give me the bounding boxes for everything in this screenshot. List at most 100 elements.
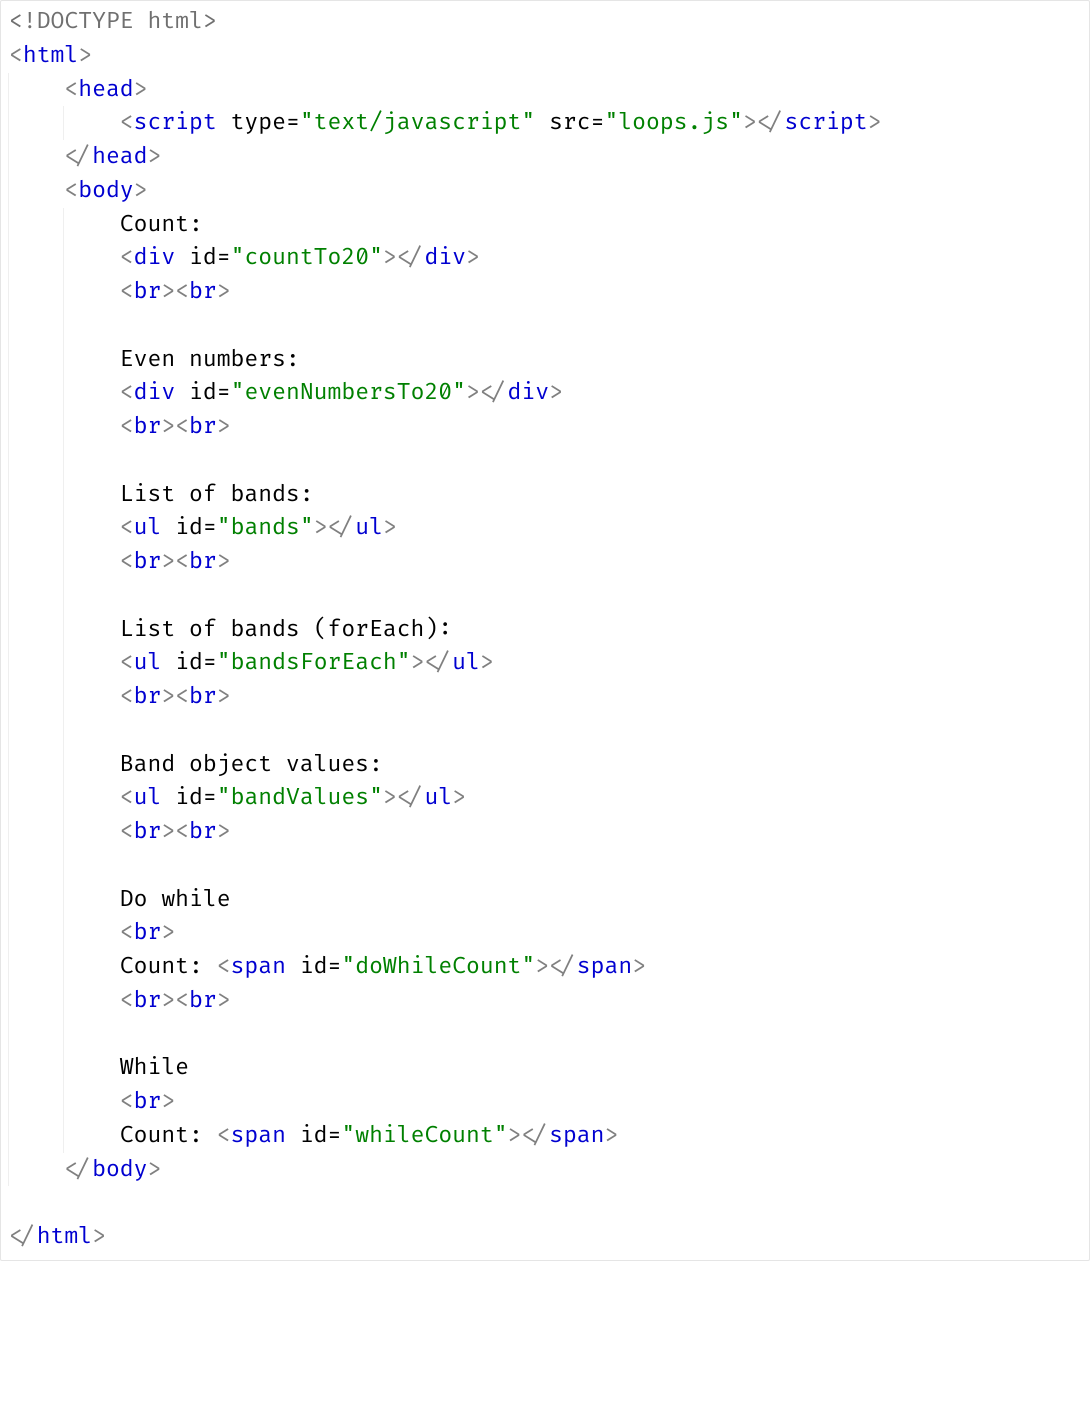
token-attr: id [175, 648, 203, 676]
token-attr: type [231, 108, 286, 136]
token-angle: > [134, 176, 148, 204]
indent-guide [8, 781, 64, 815]
indent-guide [8, 208, 64, 242]
token-str: "bandValues" [217, 783, 383, 811]
indent-guide [8, 815, 64, 849]
indent-guide [63, 309, 119, 343]
token-attr: src [549, 108, 591, 136]
token-tag: div [134, 378, 176, 406]
token-tag: head [78, 75, 133, 103]
code-line: List of bands: [9, 478, 1081, 512]
indent-guide [63, 849, 119, 883]
indent-guide [63, 984, 119, 1018]
code-line: <script type="text/javascript" src="loop… [9, 106, 1081, 140]
indent-guide [8, 984, 64, 1018]
code-line [9, 849, 1081, 883]
token-text: Even numbers: [120, 345, 300, 373]
token-angle: < [120, 986, 134, 1014]
token-text [175, 243, 189, 271]
token-angle: > [868, 108, 882, 136]
token-angle: < [64, 75, 78, 103]
token-angle: < [120, 378, 134, 406]
indent-guide [63, 883, 119, 917]
indent-guide [63, 781, 119, 815]
token-eq: = [328, 1121, 342, 1149]
code-line [9, 579, 1081, 613]
token-angle: < [120, 277, 134, 305]
indent-guide [8, 1085, 64, 1119]
token-tag: div [508, 378, 550, 406]
token-angle: >< [161, 547, 189, 575]
code-line: <br><br> [9, 410, 1081, 444]
token-tag: div [134, 243, 176, 271]
token-attr: id [189, 243, 217, 271]
token-tag: span [231, 952, 286, 980]
token-angle: < [120, 513, 134, 541]
indent-guide [63, 1119, 119, 1153]
code-line: </head> [9, 140, 1081, 174]
code-line: <br><br> [9, 984, 1081, 1018]
token-angle: < [120, 108, 134, 136]
indent-guide [63, 444, 119, 478]
token-angle: ></ [383, 783, 425, 811]
indent-guide [63, 275, 119, 309]
token-angle: < [120, 783, 134, 811]
token-tag: ul [424, 783, 452, 811]
indent-guide [8, 444, 64, 478]
indent-guide [63, 376, 119, 410]
token-eq: = [591, 108, 605, 136]
code-line: Count: <span id="whileCount"></span> [9, 1119, 1081, 1153]
indent-guide [8, 1119, 64, 1153]
indent-guide [8, 545, 64, 579]
code-line: <br><br> [9, 275, 1081, 309]
indent-guide [8, 73, 64, 107]
token-tag: br [189, 412, 217, 440]
token-tag: script [134, 108, 217, 136]
token-angle: ></ [508, 1121, 550, 1149]
indent-guide [8, 309, 64, 343]
code-line [9, 444, 1081, 478]
indent-guide [8, 680, 64, 714]
token-text [175, 378, 189, 406]
token-eq: = [286, 108, 300, 136]
token-eq: = [217, 243, 231, 271]
token-tag: span [231, 1121, 286, 1149]
indent-guide [8, 174, 64, 208]
token-angle: > [549, 378, 563, 406]
indent-guide [63, 579, 119, 613]
indent-guide [8, 410, 64, 444]
token-text: List of bands (forEach): [120, 615, 452, 643]
token-attr: id [189, 378, 217, 406]
code-line: <br><br> [9, 815, 1081, 849]
token-angle: ></ [411, 648, 453, 676]
token-angle: > [217, 412, 231, 440]
token-text [161, 648, 175, 676]
token-text: While [120, 1053, 189, 1081]
token-angle: < [120, 918, 134, 946]
token-angle: ></ [535, 952, 577, 980]
token-eq: = [328, 952, 342, 980]
indent-guide [8, 579, 64, 613]
code-line [9, 714, 1081, 748]
indent-guide [63, 343, 119, 377]
token-attr: id [300, 952, 328, 980]
token-angle: > [383, 513, 397, 541]
token-text: Do while [120, 885, 231, 913]
indent-guide [8, 1153, 64, 1187]
token-str: "loops.js" [604, 108, 742, 136]
code-block: <!DOCTYPE html><html> <head> <script typ… [0, 0, 1090, 1261]
indent-guide [8, 950, 64, 984]
token-attr: id [175, 783, 203, 811]
token-tag: ul [452, 648, 480, 676]
token-tag: br [134, 547, 162, 575]
indent-guide [63, 714, 119, 748]
code-line: <br><br> [9, 680, 1081, 714]
token-attr: id [300, 1121, 328, 1149]
token-angle: > [217, 986, 231, 1014]
token-tag: br [134, 412, 162, 440]
indent-guide [8, 241, 64, 275]
token-tag: ul [134, 648, 162, 676]
token-angle: < [120, 682, 134, 710]
code-line: <br> [9, 916, 1081, 950]
token-angle: >< [161, 412, 189, 440]
